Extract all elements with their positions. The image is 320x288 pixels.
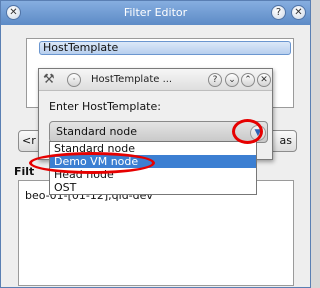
window-titlebar[interactable]: ✕ Filter Editor ? ✕ bbox=[1, 1, 310, 25]
filter-label: Filt bbox=[14, 165, 35, 178]
dialog-maximize-icon[interactable]: ⌃ bbox=[241, 73, 255, 87]
dialog-title: HostTemplate ... bbox=[91, 74, 173, 85]
dialog-close-icon[interactable]: ✕ bbox=[257, 73, 271, 87]
dialog-help-icon[interactable]: ? bbox=[208, 73, 222, 87]
help-icon[interactable]: ? bbox=[271, 5, 286, 20]
dialog-titlebar[interactable]: ⚒ · HostTemplate ... ? ⌄ ⌃ ✕ bbox=[39, 69, 272, 91]
combobox-value: Standard node bbox=[56, 125, 137, 138]
window-title: Filter Editor bbox=[123, 6, 188, 19]
dialog-menu-icon[interactable]: · bbox=[67, 73, 81, 87]
dialog-minimize-icon[interactable]: ⌄ bbox=[225, 73, 239, 87]
close-icon[interactable]: ✕ bbox=[291, 5, 306, 20]
option-ost[interactable]: OST bbox=[50, 181, 256, 194]
app-tools-icon: ⚒ bbox=[43, 72, 55, 87]
hosttemplate-prompt: Enter HostTemplate: bbox=[49, 100, 161, 113]
annotation-circle-option bbox=[29, 152, 155, 174]
template-list-item[interactable]: HostTemplate bbox=[39, 41, 291, 55]
filter-text-area[interactable]: beo-01-[01-12],qid-dev bbox=[18, 180, 294, 286]
annotation-circle-dropdown-button bbox=[232, 119, 263, 144]
